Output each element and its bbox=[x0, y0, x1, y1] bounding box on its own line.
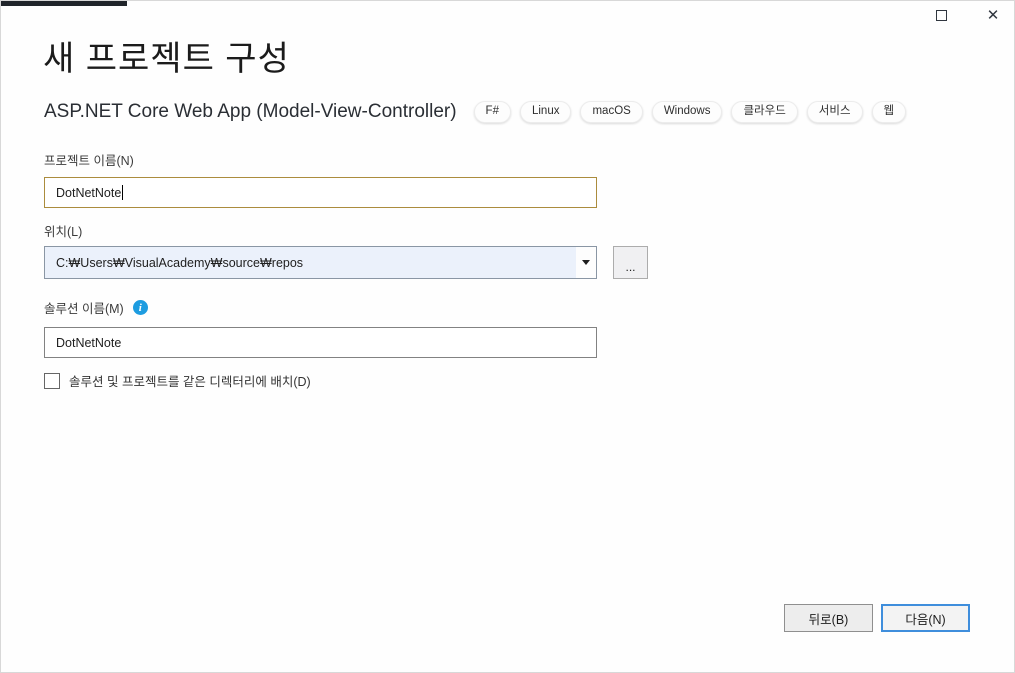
close-icon: ✕ bbox=[987, 6, 1000, 24]
chevron-down-icon bbox=[582, 260, 590, 265]
solution-name-label: 솔루션 이름(M) bbox=[44, 298, 124, 317]
solution-name-input[interactable]: DotNetNote bbox=[44, 327, 597, 358]
same-directory-checkbox[interactable] bbox=[44, 373, 60, 389]
same-directory-label: 솔루션 및 프로젝트를 같은 디렉터리에 배치(D) bbox=[69, 371, 311, 390]
location-dropdown-button[interactable] bbox=[576, 247, 596, 278]
template-tag-list: F# Linux macOS Windows 클라우드 서비스 웹 bbox=[474, 101, 907, 123]
tag-windows: Windows bbox=[652, 101, 723, 123]
location-value: C:₩Users₩VisualAcademy₩source₩repos bbox=[45, 247, 576, 278]
next-button[interactable]: 다음(N) bbox=[881, 604, 970, 632]
tag-macos: macOS bbox=[580, 101, 642, 123]
location-combobox[interactable]: C:₩Users₩VisualAcademy₩source₩repos bbox=[44, 246, 597, 279]
footer-buttons: 뒤로(B) 다음(N) bbox=[784, 604, 970, 632]
same-directory-row: 솔루션 및 프로젝트를 같은 디렉터리에 배치(D) bbox=[44, 371, 311, 390]
tag-web: 웹 bbox=[872, 101, 907, 123]
text-caret bbox=[122, 185, 123, 200]
info-icon: i bbox=[133, 300, 148, 315]
tag-service: 서비스 bbox=[807, 101, 863, 123]
window-controls: ✕ bbox=[928, 3, 1006, 27]
location-label: 위치(L) bbox=[44, 221, 82, 240]
background-window-fragment bbox=[1, 1, 127, 6]
project-name-value: DotNetNote bbox=[56, 186, 121, 200]
tag-fsharp: F# bbox=[474, 101, 511, 123]
back-button[interactable]: 뒤로(B) bbox=[784, 604, 873, 632]
maximize-icon bbox=[936, 10, 947, 21]
project-name-input[interactable]: DotNetNote bbox=[44, 177, 597, 208]
browse-location-button[interactable]: ... bbox=[613, 246, 648, 279]
solution-name-value: DotNetNote bbox=[56, 336, 121, 350]
project-name-label: 프로젝트 이름(N) bbox=[44, 150, 134, 169]
tag-linux: Linux bbox=[520, 101, 572, 123]
close-button[interactable]: ✕ bbox=[980, 3, 1006, 27]
page-title: 새 프로젝트 구성 bbox=[43, 31, 290, 80]
solution-name-label-row: 솔루션 이름(M) i bbox=[44, 298, 148, 317]
tag-cloud: 클라우드 bbox=[731, 101, 797, 123]
maximize-button[interactable] bbox=[928, 3, 954, 27]
template-header: ASP.NET Core Web App (Model-View-Control… bbox=[44, 101, 906, 123]
configure-new-project-dialog: ✕ 새 프로젝트 구성 ASP.NET Core Web App (Model-… bbox=[0, 0, 1015, 673]
template-name: ASP.NET Core Web App (Model-View-Control… bbox=[44, 101, 457, 123]
